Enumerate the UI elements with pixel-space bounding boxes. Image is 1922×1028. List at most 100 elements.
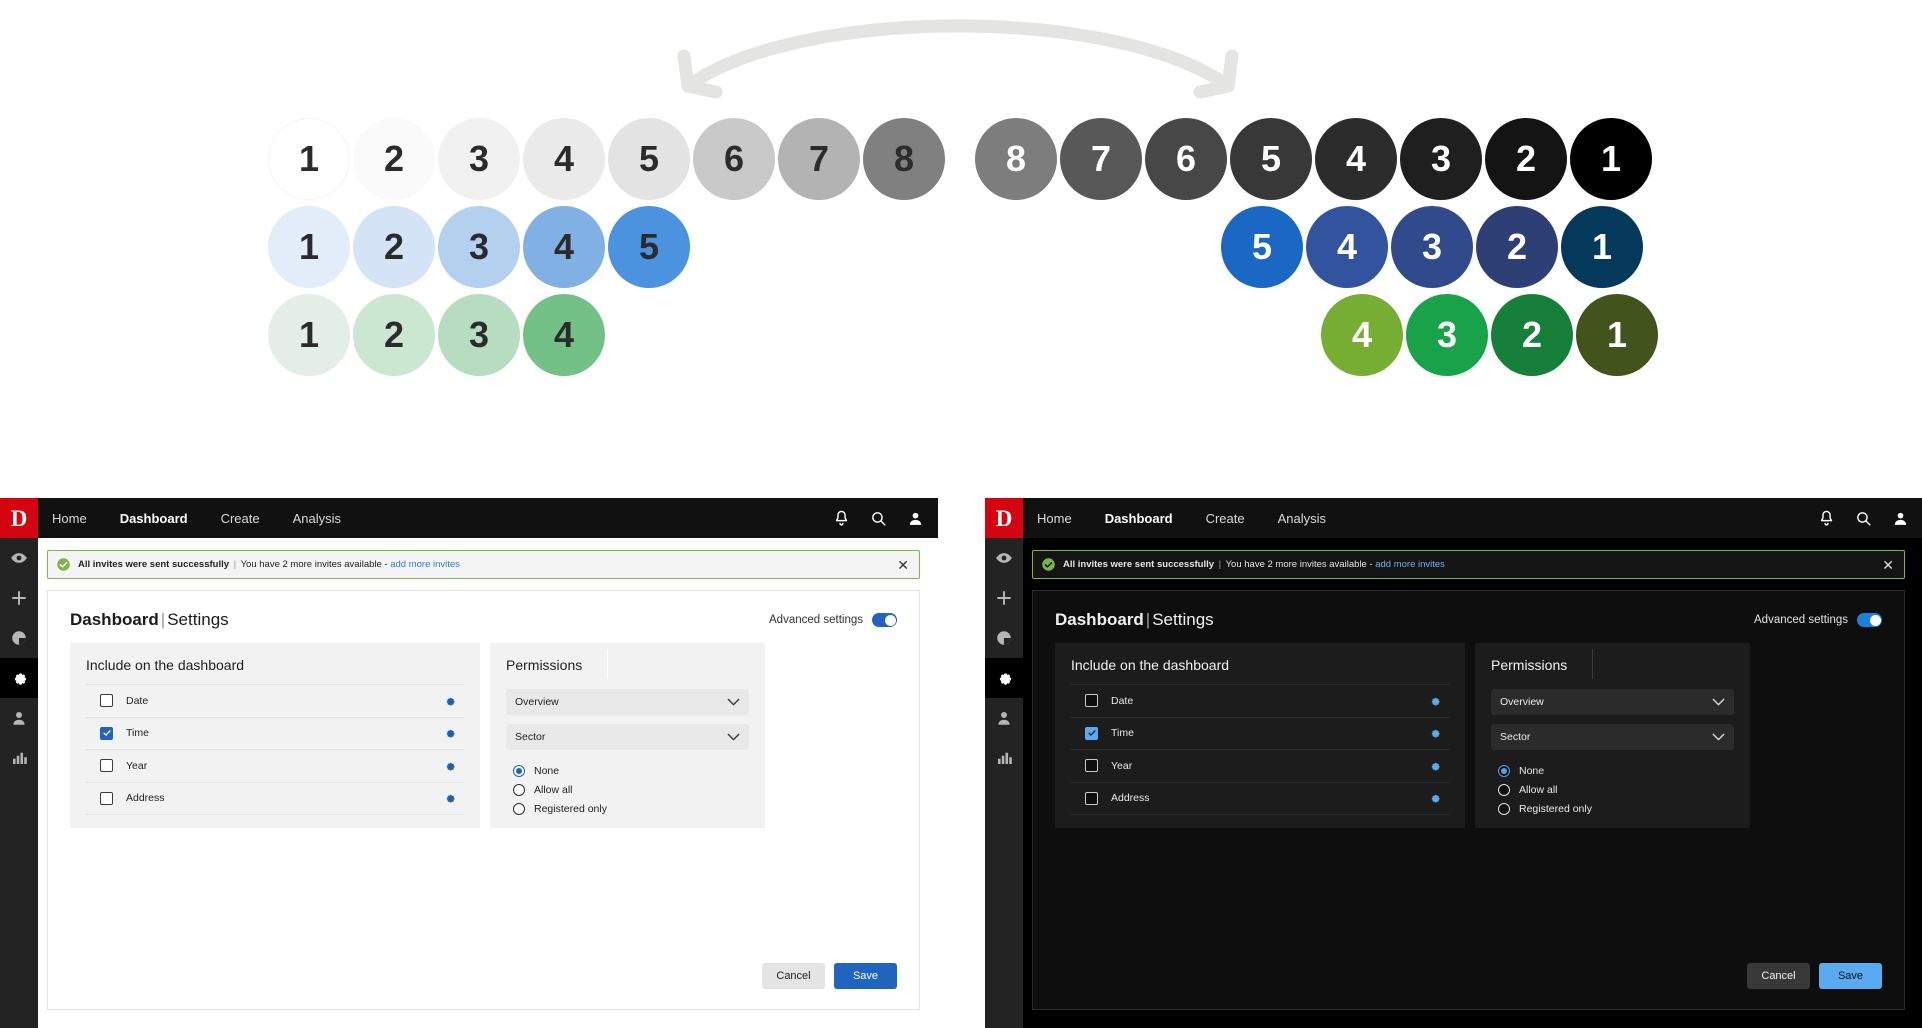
radio-row-none[interactable]: None	[1498, 761, 1734, 780]
alert-message: All invites were sent successfully | You…	[1063, 559, 1445, 570]
dropdown-overview[interactable]: Overview	[1491, 689, 1734, 715]
radio-row-allow-all[interactable]: Allow all	[1498, 780, 1734, 799]
page-title-sub: Settings	[167, 610, 229, 629]
sidebar-item-eye[interactable]	[985, 538, 1023, 578]
gear-icon[interactable]	[1428, 694, 1441, 707]
include-row-address[interactable]: Address	[86, 781, 464, 815]
nav-item-create[interactable]: Create	[221, 511, 260, 526]
advanced-settings-toggle[interactable]	[872, 613, 897, 627]
include-label-date: Date	[126, 694, 149, 707]
radio-row-registered-only[interactable]: Registered only	[513, 799, 749, 818]
checkbox-date[interactable]	[1085, 694, 1098, 708]
checkbox-time[interactable]	[1085, 726, 1098, 740]
dropdown-overview-value: Overview	[1500, 696, 1544, 708]
alert-bold-text: All invites were sent successfully	[78, 559, 230, 570]
sidebar-item-settings[interactable]	[985, 658, 1023, 698]
radio-label-allow-all: Allow all	[1519, 783, 1558, 796]
add-more-invites-link[interactable]: add more invites	[390, 559, 460, 570]
radio-registered-only[interactable]	[1498, 802, 1510, 815]
gear-icon[interactable]	[443, 759, 456, 772]
gear-icon[interactable]	[1428, 727, 1441, 740]
sidebar-item-analytics[interactable]	[985, 738, 1023, 778]
top-navigation-bar: D Home Dashboard Create Analysis	[985, 498, 1922, 538]
checkbox-date[interactable]	[100, 694, 113, 708]
checkbox-address[interactable]	[1085, 791, 1098, 805]
chevron-down-icon	[1712, 733, 1725, 741]
checkbox-year[interactable]	[1085, 759, 1098, 773]
checkbox-address[interactable]	[100, 791, 113, 805]
app-logo[interactable]: D	[0, 498, 38, 538]
sidebar-item-analytics[interactable]	[0, 738, 38, 778]
checkbox-year[interactable]	[100, 759, 113, 773]
search-icon[interactable]	[870, 510, 887, 527]
sidebar-item-users[interactable]	[0, 698, 38, 738]
sidebar-item-settings[interactable]	[0, 658, 38, 698]
add-more-invites-link[interactable]: add more invites	[1375, 559, 1445, 570]
include-label-year: Year	[1111, 759, 1133, 772]
include-row-date[interactable]: Date	[86, 684, 464, 717]
success-alert: All invites were sent successfully | You…	[1032, 550, 1905, 579]
close-icon[interactable]: ✕	[1882, 558, 1894, 572]
dropdown-sector[interactable]: Sector	[1491, 724, 1734, 750]
bell-icon[interactable]	[1818, 510, 1835, 527]
include-row-year[interactable]: Year	[86, 749, 464, 782]
search-icon[interactable]	[1855, 510, 1872, 527]
checkbox-time[interactable]	[100, 726, 113, 740]
gear-icon[interactable]	[1428, 759, 1441, 772]
nav-item-analysis[interactable]: Analysis	[293, 511, 341, 526]
double-headed-arrow-icon	[677, 19, 1239, 99]
radio-allow-all[interactable]	[1498, 783, 1510, 796]
advanced-settings-label: Advanced settings	[1754, 614, 1848, 626]
sidebar-item-eye[interactable]	[0, 538, 38, 578]
save-button[interactable]: Save	[1819, 963, 1882, 989]
page-title-separator: |	[1145, 610, 1151, 629]
nav-item-analysis[interactable]: Analysis	[1278, 511, 1326, 526]
include-row-time[interactable]: Time	[1071, 716, 1449, 750]
include-row-date[interactable]: Date	[1071, 684, 1449, 717]
radio-registered-only[interactable]	[513, 802, 525, 815]
include-row-address[interactable]: Address	[1071, 781, 1449, 815]
nav-item-create[interactable]: Create	[1206, 511, 1245, 526]
swatch-row-green-light: 1234	[268, 294, 608, 376]
user-icon[interactable]	[907, 510, 924, 527]
main-content: All invites were sent successfully | You…	[1023, 538, 1922, 1028]
cancel-button[interactable]: Cancel	[762, 963, 825, 989]
radio-none[interactable]	[513, 764, 525, 777]
radio-row-allow-all[interactable]: Allow all	[513, 780, 749, 799]
plus-icon	[997, 591, 1011, 605]
user-icon[interactable]	[1892, 510, 1909, 527]
cancel-button[interactable]: Cancel	[1747, 963, 1810, 989]
sidebar-item-users[interactable]	[985, 698, 1023, 738]
eye-icon	[996, 553, 1012, 563]
radio-row-none[interactable]: None	[513, 761, 749, 780]
gear-icon[interactable]	[443, 727, 456, 740]
sidebar-item-add[interactable]	[985, 578, 1023, 618]
include-row-time[interactable]: Time	[86, 716, 464, 750]
permissions-panel-title: Permissions	[506, 657, 583, 673]
radio-allow-all[interactable]	[513, 783, 525, 796]
pie-chart-icon	[997, 631, 1011, 645]
bell-icon[interactable]	[833, 510, 850, 527]
advanced-settings-control: Advanced settings	[1754, 607, 1882, 633]
sidebar-item-add[interactable]	[0, 578, 38, 618]
close-icon[interactable]: ✕	[897, 558, 909, 572]
dropdown-sector[interactable]: Sector	[506, 724, 749, 750]
dropdown-overview[interactable]: Overview	[506, 689, 749, 715]
color-swatch: 2	[353, 206, 435, 288]
include-row-year[interactable]: Year	[1071, 749, 1449, 782]
gear-icon[interactable]	[443, 792, 456, 805]
advanced-settings-toggle[interactable]	[1857, 613, 1882, 627]
nav-item-dashboard[interactable]: Dashboard	[120, 511, 188, 526]
gear-icon[interactable]	[1428, 792, 1441, 805]
sidebar-item-reports[interactable]	[985, 618, 1023, 658]
radio-row-registered-only[interactable]: Registered only	[1498, 799, 1734, 818]
radio-none[interactable]	[1498, 764, 1510, 777]
nav-item-home[interactable]: Home	[1037, 511, 1072, 526]
sidebar-item-reports[interactable]	[0, 618, 38, 658]
gear-icon[interactable]	[443, 694, 456, 707]
app-logo[interactable]: D	[985, 498, 1023, 538]
nav-item-home[interactable]: Home	[52, 511, 87, 526]
save-button[interactable]: Save	[834, 963, 897, 989]
nav-item-dashboard[interactable]: Dashboard	[1105, 511, 1173, 526]
permissions-radio-group: None Allow all Registered only	[506, 761, 749, 818]
